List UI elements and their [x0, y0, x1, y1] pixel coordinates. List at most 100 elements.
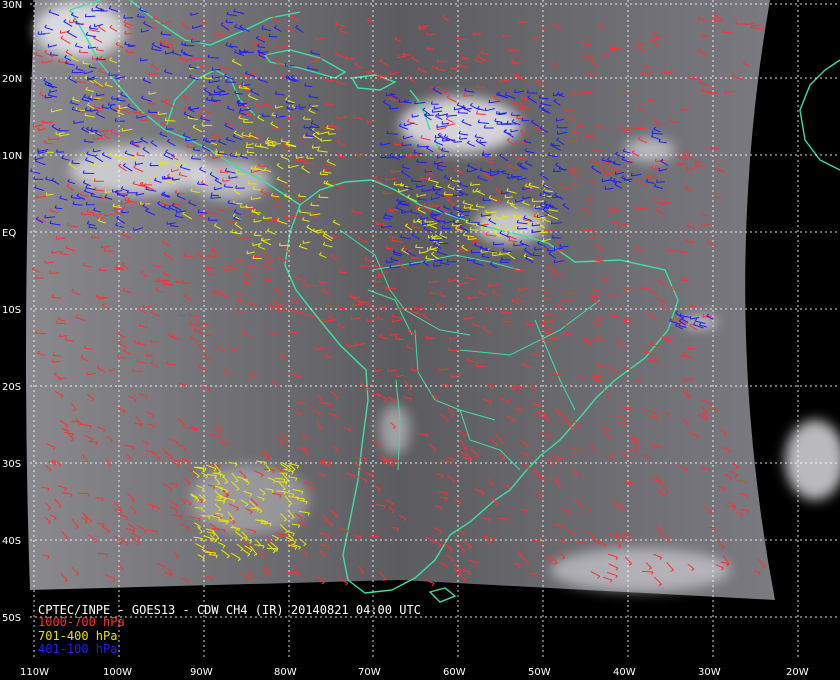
- wind-barb-flag: [51, 359, 54, 363]
- wind-barb-flag: [508, 48, 510, 52]
- wind-barb-flag: [95, 92, 98, 96]
- wind-barb-flag: [157, 111, 160, 115]
- wind-barb-flag: [425, 335, 428, 339]
- wind-vector: [389, 266, 400, 269]
- wind-vector: [613, 210, 622, 212]
- wind-barb-flag: [100, 162, 102, 167]
- wind-barb-flag: [385, 286, 388, 290]
- wind-vector: [303, 482, 312, 484]
- wind-barb-flag: [238, 49, 241, 53]
- wind-barb-flag: [240, 235, 243, 239]
- wind-barb-flag: [222, 178, 224, 182]
- wind-barb-flag: [601, 178, 604, 182]
- wind-barb-flag: [132, 140, 134, 144]
- lon-label: 110W: [20, 667, 49, 678]
- wind-barb-flag: [516, 156, 518, 160]
- wind-barb-flag: [503, 318, 505, 323]
- wind-barb-flag: [385, 259, 388, 263]
- wind-vector: [169, 483, 178, 485]
- wind-barb-flag: [380, 224, 383, 228]
- wind-vector: [453, 222, 462, 225]
- wind-vector: [641, 455, 650, 457]
- wind-barb-flag: [98, 128, 100, 132]
- lat-label: 50S: [2, 613, 21, 624]
- wind-barb-flag: [245, 214, 247, 219]
- wind-barb-flag: [40, 30, 43, 35]
- wind-barb-flag: [689, 316, 692, 320]
- wind-barb-flag: [667, 248, 670, 252]
- wind-vector: [193, 57, 204, 60]
- wind-barb-flag: [604, 186, 607, 190]
- wind-barb-flag: [413, 219, 415, 223]
- legend-mid-level: 701-400 hPa: [38, 629, 118, 643]
- wind-barb-flag: [87, 45, 90, 49]
- wind-vector: [544, 229, 556, 231]
- wind-barb-flag: [550, 220, 553, 224]
- wind-barb-flag: [414, 306, 416, 310]
- wind-barb-flag: [588, 71, 590, 75]
- wind-barb-flag: [480, 213, 483, 217]
- wind-barb-flag: [331, 234, 334, 238]
- wind-vector: [165, 120, 176, 122]
- wind-barb-flag: [150, 339, 152, 343]
- wind-barb-flag: [428, 279, 431, 283]
- wind-vector: [665, 339, 675, 342]
- legend-low-level: 1000-700 hPa: [38, 615, 125, 629]
- wind-vector: [713, 196, 722, 199]
- lat-label: 10S: [2, 305, 21, 316]
- wind-vector: [316, 473, 325, 475]
- wind-vector: [687, 348, 696, 350]
- wind-vector: [641, 74, 650, 76]
- wind-vector: [568, 292, 577, 295]
- wind-barb-flag: [175, 209, 178, 213]
- wind-barb-flag: [492, 252, 494, 256]
- wind-barb-flag: [350, 316, 353, 320]
- wind-barb-flag: [590, 373, 593, 378]
- wind-barb-flag: [424, 169, 426, 173]
- wind-vector: [476, 365, 485, 368]
- wind-vector: [304, 85, 313, 88]
- wind-vector: [584, 56, 593, 58]
- wind-vector: [544, 314, 556, 316]
- wind-barb-flag: [579, 90, 581, 94]
- lon-label: 70W: [358, 667, 381, 678]
- wind-barb-flag: [500, 190, 503, 194]
- wind-barb-flag: [432, 263, 435, 267]
- wind-vector: [433, 265, 442, 267]
- wind-barb-flag: [544, 330, 547, 334]
- lat-label: 30S: [2, 459, 21, 470]
- wind-barb-flag: [504, 194, 507, 198]
- wind-vector: [245, 146, 254, 149]
- wind-barb-flag: [483, 156, 485, 160]
- wind-vector: [175, 192, 185, 195]
- wind-vector: [170, 225, 179, 227]
- wind-barb-flag: [436, 124, 438, 128]
- lon-label: 60W: [443, 667, 466, 678]
- legend-high-level: 401-100 hPa: [38, 642, 118, 656]
- wind-barb-flag: [640, 285, 643, 290]
- wind-barb-flag: [91, 56, 94, 60]
- wind-barb-flag: [250, 196, 253, 200]
- satellite-disk: [26, 0, 775, 600]
- wind-barb-flag: [426, 32, 428, 36]
- wind-vector: [245, 216, 254, 219]
- wind-barb-flag: [387, 368, 389, 372]
- wind-barb-flag: [73, 120, 75, 124]
- wind-barb-flag: [635, 206, 638, 210]
- wind-barb-flag: [463, 316, 465, 320]
- wind-barb-flag: [700, 222, 702, 226]
- lat-label: 20N: [2, 74, 22, 85]
- wind-barb-flag: [470, 182, 472, 186]
- wind-barb-flag: [725, 89, 727, 93]
- wind-barb-flag: [303, 124, 306, 129]
- wind-vector: [272, 143, 281, 145]
- wind-barb-flag: [161, 160, 163, 164]
- wind-vector: [375, 223, 384, 226]
- wind-barb-flag: [140, 57, 142, 61]
- wind-vector: [503, 320, 511, 323]
- wind-barb-flag: [260, 237, 263, 241]
- wind-barb-flag: [185, 137, 187, 141]
- wind-barb-flag: [430, 85, 432, 89]
- wind-vector: [517, 227, 528, 230]
- wind-vector: [557, 250, 567, 252]
